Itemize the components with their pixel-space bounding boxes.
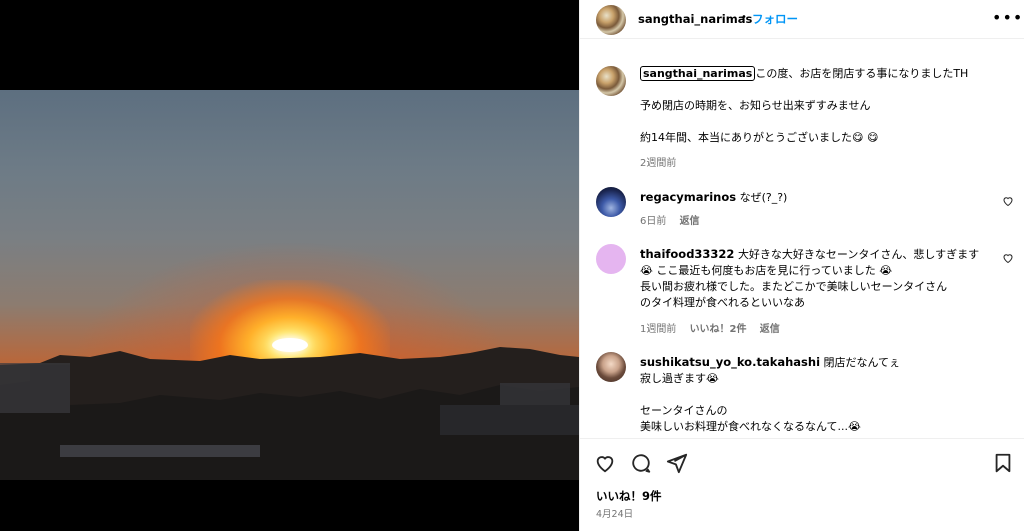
comment-username[interactable]: thaifood33322 xyxy=(640,247,734,261)
caption-username[interactable]: sangthai_narimas xyxy=(640,66,756,81)
post-date[interactable]: 4月24日 xyxy=(596,506,633,520)
comment-text: sushikatsu_yo_ko.takahashi 閉店だなんてぇ 寂し過ぎま… xyxy=(640,354,990,435)
comment-body-line5: 美味しいお料理が食べれなくなるなんて...😭 xyxy=(640,420,861,433)
actions-divider xyxy=(580,438,1024,439)
like-count[interactable]: いいね！9件 xyxy=(596,488,662,504)
comment-time[interactable]: 6日前 xyxy=(640,216,666,227)
comment-body-line1: 大好きな大好きなセーンタイさん、悲しすぎます xyxy=(737,248,980,261)
caption-line3: 約14年間、本当にありがとうございました😋 😋 xyxy=(640,131,879,144)
author-avatar[interactable] xyxy=(596,5,626,35)
comment-body-line2: 寂し過ぎます😭 xyxy=(640,372,719,385)
caption-avatar[interactable] xyxy=(596,66,626,96)
comment-body-line3: 長い間お疲れ様でした。またどこかで美味しいセーンタイさん xyxy=(640,280,948,293)
comment-time[interactable]: 1週間前 xyxy=(640,324,676,335)
caption-line1: この度、お店を閉店する事になりましたTH xyxy=(755,67,969,80)
caption-text: sangthai_narimas この度、お店を閉店する事になりましたTH 予め閉… xyxy=(640,66,990,146)
comment-body-line2: 😭 ここ最近も何度もお店を見に行っていました 😭 xyxy=(640,264,893,277)
comment-text: regacymarinos なぜ(?_?) xyxy=(640,189,990,206)
comment-meta: 1週間前 いいね！2件 返信 xyxy=(640,320,790,335)
caption-meta: 2週間前 xyxy=(640,154,686,169)
post-header: sangthai_narimas • フォロー ••• xyxy=(580,0,1024,38)
comment-avatar[interactable] xyxy=(596,187,626,217)
caption-time[interactable]: 2週間前 xyxy=(640,158,676,169)
more-options-icon[interactable]: ••• xyxy=(992,8,1023,27)
comment-meta: 6日前 返信 xyxy=(640,212,710,227)
instagram-post-view: sangthai_narimas • フォロー ••• sangthai_nar… xyxy=(0,0,1024,531)
post-sidebar: sangthai_narimas • フォロー ••• sangthai_nar… xyxy=(579,0,1024,531)
comment-avatar[interactable] xyxy=(596,352,626,382)
author-username[interactable]: sangthai_narimas xyxy=(638,12,752,26)
reply-button[interactable]: 返信 xyxy=(680,216,700,227)
comment-body-line4: セーンタイさんの xyxy=(640,404,728,417)
caption-line2: 予め閉店の時期を、お知らせ出来ずすみません xyxy=(640,99,871,112)
comment-avatar[interactable] xyxy=(596,244,626,274)
heart-icon[interactable] xyxy=(1002,252,1014,264)
city-silhouette xyxy=(0,345,579,480)
reply-button[interactable]: 返信 xyxy=(760,324,780,335)
bookmark-icon[interactable] xyxy=(992,452,1014,474)
sunset-photo[interactable] xyxy=(0,90,579,480)
follow-button[interactable]: フォロー xyxy=(752,11,798,27)
post-media xyxy=(0,0,579,531)
heart-icon[interactable] xyxy=(1002,195,1014,207)
separator-dot: • xyxy=(741,12,747,23)
comment-likes[interactable]: いいね！2件 xyxy=(690,324,747,335)
comment-username[interactable]: regacymarinos xyxy=(640,190,736,204)
heart-icon[interactable] xyxy=(594,452,616,474)
header-divider xyxy=(580,38,1024,39)
action-bar xyxy=(580,450,1024,480)
comment-body-line1: 閉店だなんてぇ xyxy=(823,356,900,369)
comment-body-line4: のタイ料理が食べれるといいなあ xyxy=(640,296,805,309)
comments-scroll[interactable]: sangthai_narimas この度、お店を閉店する事になりましたTH 予め閉… xyxy=(580,52,1024,438)
share-icon[interactable] xyxy=(666,452,688,474)
comment-body: なぜ(?_?) xyxy=(739,191,788,204)
comment-icon[interactable] xyxy=(630,452,652,474)
comment-text: thaifood33322 大好きな大好きなセーンタイさん、悲しすぎます 😭 こ… xyxy=(640,246,990,311)
comment-username[interactable]: sushikatsu_yo_ko.takahashi xyxy=(640,355,820,369)
